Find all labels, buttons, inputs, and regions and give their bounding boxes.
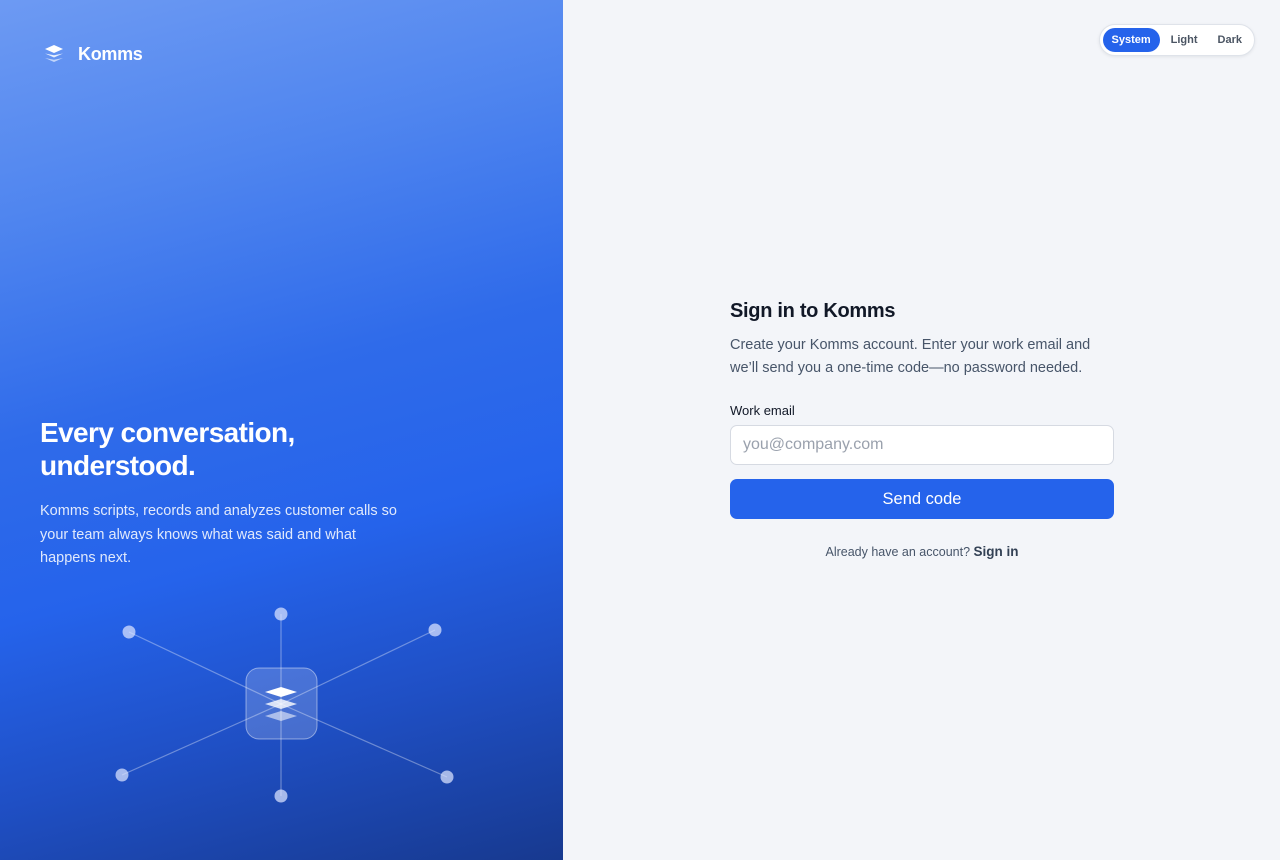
hub-node	[122, 625, 136, 639]
hero-title: Every conversation, understood.	[40, 417, 295, 481]
theme-option-dark[interactable]: Dark	[1209, 28, 1251, 52]
hero-copy: Every conversation, understood. Komms sc…	[40, 416, 440, 571]
hero-panel: Komms Every conversation, understood. Ko…	[0, 0, 563, 860]
form-subtitle: Create your Komms account. Enter your wo…	[730, 337, 1091, 376]
email-field[interactable]	[730, 425, 1114, 465]
hub-node	[440, 770, 454, 784]
layers-icon	[45, 45, 63, 62]
email-label: Work email	[730, 403, 795, 418]
brand[interactable]: Komms	[42, 42, 143, 66]
signin-form: Sign in to Komms Create your Komms accou…	[730, 298, 1114, 559]
send-code-button[interactable]: Send code	[730, 479, 1114, 519]
signin-prompt: Already have an account? Sign in	[730, 544, 1114, 559]
hub-node	[274, 789, 288, 803]
hub-node	[428, 623, 442, 637]
form-title: Sign in to Komms	[730, 300, 896, 322]
layers-icon	[265, 687, 297, 721]
theme-option-light[interactable]: Light	[1162, 28, 1207, 52]
signin-link[interactable]: Sign in	[974, 544, 1019, 559]
theme-option-system[interactable]: System	[1102, 28, 1160, 52]
signin-prompt-text: Already have an account?	[825, 545, 974, 559]
theme-switch: System Light Dark	[1098, 24, 1255, 56]
hub-node	[115, 768, 129, 782]
brand-name: Komms	[78, 43, 143, 64]
hub-illustration	[115, 607, 454, 803]
hub-node	[274, 607, 288, 621]
